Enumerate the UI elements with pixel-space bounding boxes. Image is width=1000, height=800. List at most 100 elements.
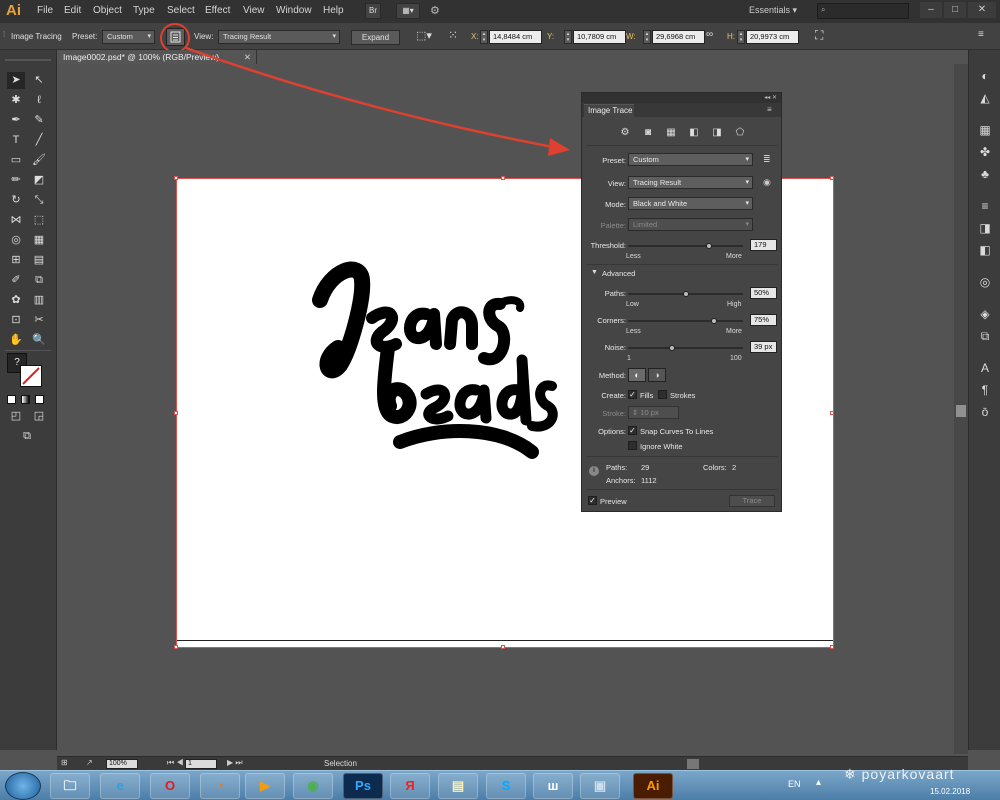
selection-handle[interactable] (830, 411, 834, 415)
shape-builder-tool[interactable]: ◎ (7, 232, 25, 249)
close-window-button[interactable]: ✕ (968, 2, 996, 18)
media-player-icon[interactable]: ▶ (245, 773, 285, 799)
strokes-checkbox[interactable] (658, 390, 667, 399)
y-field[interactable]: 10,7809 cm (573, 30, 626, 44)
paths-field[interactable]: 50% (750, 287, 777, 299)
next-artboard-icon[interactable]: ▶ ⏭ (227, 758, 243, 768)
outline-icon[interactable]: ⬠ (733, 126, 747, 139)
vertical-scrollbar[interactable] (954, 64, 968, 754)
corners-field[interactable]: 75% (750, 314, 777, 326)
black-and-white-icon[interactable]: ◨ (710, 126, 724, 139)
column-graph-tool[interactable]: ▥ (30, 292, 48, 309)
threshold-field[interactable]: 179 (750, 239, 777, 251)
stroke-panel-icon[interactable]: ≡ (976, 198, 994, 214)
menu-type[interactable]: Type (133, 5, 155, 16)
menu-window[interactable]: Window (276, 5, 312, 16)
folder-icon[interactable]: 🗀 (50, 773, 90, 799)
panel-options-icon[interactable]: ≡ (767, 105, 772, 114)
low-color-icon[interactable]: ▦ (664, 126, 678, 139)
zoom-tool[interactable]: 🔍 (30, 332, 48, 349)
direct-selection-tool[interactable]: ↖ (30, 72, 48, 89)
high-color-icon[interactable]: ◙ (641, 126, 655, 139)
transparency-panel-icon[interactable]: ◧ (976, 242, 994, 258)
first-artboard-icon[interactable]: ⏮ ◀ (167, 758, 184, 768)
fills-checkbox[interactable]: ✓ (628, 390, 637, 399)
noise-slider-knob[interactable] (668, 345, 675, 351)
magic-wand-tool[interactable]: ✱ (7, 92, 25, 109)
panel-header-strip[interactable]: ◂◂ ✕ (582, 93, 781, 103)
screen-mode-icon[interactable]: ⧉ (18, 428, 36, 445)
opentype-panel-icon[interactable]: ō (976, 404, 994, 420)
free-transform-tool[interactable]: ⬚ (30, 212, 48, 229)
noise-field[interactable]: 39 px (750, 341, 777, 353)
advanced-label[interactable]: Advanced (602, 269, 635, 278)
threshold-slider[interactable] (628, 243, 743, 249)
menu-help[interactable]: Help (323, 5, 344, 16)
firefox-icon[interactable]: ◔ (200, 773, 240, 799)
color-mode-button[interactable] (7, 395, 16, 404)
none-mode-button[interactable] (35, 395, 44, 404)
advanced-toggle-icon[interactable]: ▼ (591, 269, 598, 276)
symbol-sprayer-tool[interactable]: ✿ (7, 292, 25, 309)
stroke-swatch[interactable] (20, 365, 42, 387)
link-icon[interactable]: ∞ (706, 29, 713, 40)
h-stepper[interactable]: ▴ ▾ (737, 30, 745, 44)
menu-view[interactable]: View (243, 5, 265, 16)
preview-checkbox[interactable]: ✓ (588, 496, 597, 505)
selection-handle[interactable] (174, 411, 178, 415)
noise-slider[interactable] (628, 345, 743, 351)
line-tool[interactable]: ╱ (30, 132, 48, 149)
eyedropper-tool[interactable]: ✐ (7, 272, 25, 289)
selection-handle[interactable] (174, 645, 178, 649)
threshold-slider-knob[interactable] (705, 243, 712, 249)
eraser-tool[interactable]: ◩ (30, 172, 48, 189)
blend-tool[interactable]: ⧉ (30, 272, 48, 289)
symbols-panel-icon[interactable]: ♣ (976, 166, 994, 182)
rectangle-tool[interactable]: ▭ (7, 152, 25, 169)
layers-panel-icon[interactable]: ◈ (976, 306, 994, 322)
selection-handle[interactable] (501, 176, 505, 180)
language-indicator[interactable]: EN (788, 779, 801, 789)
illustrator-button[interactable]: Ai (633, 773, 673, 799)
perspective-grid-tool[interactable]: ▦ (30, 232, 48, 249)
image-trace-tab[interactable]: Image Trace (584, 104, 634, 117)
lasso-tool[interactable]: ℓ (30, 92, 48, 109)
paragraph-panel-icon[interactable]: ¶ (976, 382, 994, 398)
curvature-tool[interactable]: ✎ (30, 112, 48, 129)
photos-icon[interactable]: ▣ (580, 773, 620, 799)
grayscale-icon[interactable]: ◧ (687, 126, 701, 139)
paths-slider-knob[interactable] (682, 291, 689, 297)
width-tool[interactable]: ⋈ (7, 212, 25, 229)
pen-tool[interactable]: ✒ (7, 112, 25, 129)
selection-handle[interactable] (830, 645, 834, 649)
menu-edit[interactable]: Edit (64, 5, 81, 16)
zoom-field[interactable]: 100% (106, 759, 138, 769)
menu-select[interactable]: Select (167, 5, 195, 16)
artboard-number-field[interactable]: 1 (185, 759, 217, 769)
chrome-icon[interactable]: ◉ (293, 773, 333, 799)
menu-object[interactable]: Object (93, 5, 122, 16)
h-field[interactable]: 20,9973 cm (746, 30, 799, 44)
preset-menu-icon[interactable]: ≣ (763, 154, 771, 165)
trace-preset-select[interactable]: Custom ▾ (628, 153, 753, 166)
photoshop-button[interactable]: Ps (343, 773, 383, 799)
swatches-panel-icon[interactable]: ▦ (976, 122, 994, 138)
artboards-panel-icon[interactable]: ⧉ (976, 328, 994, 344)
gradient-panel-icon[interactable]: ◨ (976, 220, 994, 236)
trace-button[interactable]: Trace (729, 495, 775, 507)
ie-icon[interactable]: e (100, 773, 140, 799)
character-panel-icon[interactable]: A (976, 360, 994, 376)
selection-handle[interactable] (830, 176, 834, 180)
rotate-tool[interactable]: ↻ (7, 192, 25, 209)
slice-tool[interactable]: ✂ (30, 312, 48, 329)
selection-tool[interactable]: ➤ (7, 72, 25, 89)
hand-tool[interactable]: ✋ (7, 332, 25, 349)
trace-view-select[interactable]: Tracing Result ▾ (628, 176, 753, 189)
brushes-panel-icon[interactable]: ✤ (976, 144, 994, 160)
yandex-icon[interactable]: Я (390, 773, 430, 799)
menu-effect[interactable]: Effect (205, 5, 230, 16)
selection-handle[interactable] (501, 645, 505, 649)
gradient-mode-button[interactable] (21, 395, 30, 404)
workspace-switcher[interactable]: Essentials ▾ (749, 5, 797, 16)
skype-icon[interactable]: S (486, 773, 526, 799)
